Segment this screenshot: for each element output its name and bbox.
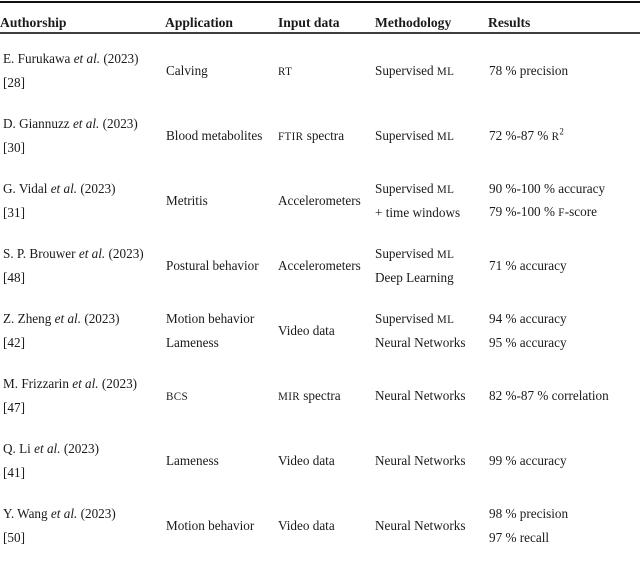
cell-results: 78 % precision xyxy=(489,62,569,78)
cell-input-data: Video data xyxy=(278,517,335,533)
cell-application: Metritis xyxy=(166,192,208,208)
cell-methodology: Supervised ML Neural Networks xyxy=(375,310,466,350)
cell-input-data: FTIR spectra xyxy=(278,127,345,143)
cell-authorship: Q. Li et al. (2023) [41] xyxy=(0,428,165,493)
table-row: E. Furukawa et al. (2023) [28] Calving RT Su… xyxy=(0,38,640,103)
cell-results: 71 % accuracy xyxy=(489,257,567,273)
cell-authorship: Z. Zheng et al. (2023) [42] xyxy=(0,298,165,363)
author-name: M. Frizzarin et al. (2023) xyxy=(3,376,138,391)
table-header-rule xyxy=(0,32,640,34)
et-al-label: et al. xyxy=(54,311,82,326)
cell-methodology: Supervised ML Deep Learning xyxy=(375,245,455,285)
cell-authorship: G. Vidal et al. (2023) [31] xyxy=(0,168,165,233)
reference-number[interactable]: [31] xyxy=(3,201,159,225)
et-al-label: et al. xyxy=(73,51,101,66)
author-name: Z. Zheng et al. (2023) xyxy=(3,311,120,326)
author-name: D. Giannuzz et al. (2023) xyxy=(3,116,138,131)
et-al-label: et al. xyxy=(50,181,78,196)
cell-authorship: M. Frizzarin et al. (2023) [47] xyxy=(0,363,165,428)
table-body: E. Furukawa et al. (2023) [28] Calving RT Su… xyxy=(0,38,640,558)
cell-results: 99 % accuracy xyxy=(489,452,567,468)
author-name: S. P. Brouwer et al. (2023) xyxy=(3,246,144,261)
table-row: Z. Zheng et al. (2023) [42] Motion behavio… xyxy=(0,298,640,363)
et-al-label: et al. xyxy=(78,246,106,261)
literature-review-table: Authorship Application Input data Method… xyxy=(0,0,640,558)
cell-application: Motion behavior Lameness xyxy=(166,311,255,350)
author-name: Y. Wang et al. (2023) xyxy=(3,506,116,521)
cell-methodology: Neural Networks xyxy=(375,452,466,468)
reference-number[interactable]: [48] xyxy=(3,266,159,290)
cell-input-data: Accelerometers xyxy=(278,257,361,273)
cell-authorship: D. Giannuzz et al. (2023) [30] xyxy=(0,103,165,168)
reference-number[interactable]: [41] xyxy=(3,461,159,485)
cell-input-data: MIR spectra xyxy=(278,387,341,403)
cell-application: Blood metabolites xyxy=(166,127,263,143)
author-name: E. Furukawa et al. (2023) xyxy=(3,51,139,66)
cell-results: 98 % precision 97 % recall xyxy=(489,506,569,545)
author-name: Q. Li et al. (2023) xyxy=(3,441,99,456)
cell-methodology: Neural Networks xyxy=(375,387,466,403)
cell-authorship: S. P. Brouwer et al. (2023) [48] xyxy=(0,233,165,298)
table-top-rule xyxy=(0,1,640,3)
cell-input-data: RT xyxy=(278,65,293,78)
table-row: Q. Li et al. (2023) [41] Lameness Video dat… xyxy=(0,428,640,493)
table-row: M. Frizzarin et al. (2023) [47] BCS MIR spe… xyxy=(0,363,640,428)
cell-application: Motion behavior xyxy=(166,517,255,533)
cell-methodology: Supervised ML xyxy=(375,127,455,143)
reference-number[interactable]: [30] xyxy=(3,136,159,160)
cell-results: 90 %-100 % accuracy 79 %-100 % F-score xyxy=(489,180,606,220)
cell-application: Calving xyxy=(166,62,208,78)
author-name: G. Vidal et al. (2023) xyxy=(3,181,116,196)
reference-number[interactable]: [50] xyxy=(3,526,159,550)
comparison-table: Authorship Application Input data Method… xyxy=(0,0,640,558)
et-al-label: et al. xyxy=(34,441,61,456)
cell-application: Postural behavior xyxy=(166,257,259,273)
cell-methodology: Supervised ML xyxy=(375,62,455,78)
cell-authorship: E. Furukawa et al. (2023) [28] xyxy=(0,38,165,103)
cell-methodology: Supervised ML + time windows xyxy=(375,180,461,220)
cell-results: 72 %-87 % R2 xyxy=(489,126,564,143)
cell-input-data: Accelerometers xyxy=(278,192,361,208)
cell-methodology: Neural Networks xyxy=(375,517,466,533)
reference-number[interactable]: [28] xyxy=(3,71,159,95)
cell-results: 94 % accuracy 95 % accuracy xyxy=(489,311,567,350)
et-al-label: et al. xyxy=(50,506,78,521)
cell-application: BCS xyxy=(166,390,188,403)
et-al-label: et al. xyxy=(72,376,99,391)
table-row: S. P. Brouwer et al. (2023) [48] Postural … xyxy=(0,233,640,298)
et-al-label: et al. xyxy=(72,116,100,131)
table-row: D. Giannuzz et al. (2023) [30] Blood metab… xyxy=(0,103,640,168)
cell-authorship: Y. Wang et al. (2023) [50] xyxy=(0,493,165,558)
table-row: Y. Wang et al. (2023) [50] Motion behavior… xyxy=(0,493,640,558)
table-row: G. Vidal et al. (2023) [31] Metritis Accele… xyxy=(0,168,640,233)
reference-number[interactable]: [47] xyxy=(3,396,159,420)
reference-number[interactable]: [42] xyxy=(3,331,159,355)
cell-results: 82 %-87 % correlation xyxy=(489,387,609,403)
cell-input-data: Video data xyxy=(278,452,335,468)
cell-application: Lameness xyxy=(166,452,219,468)
cell-input-data: Video data xyxy=(278,322,335,338)
